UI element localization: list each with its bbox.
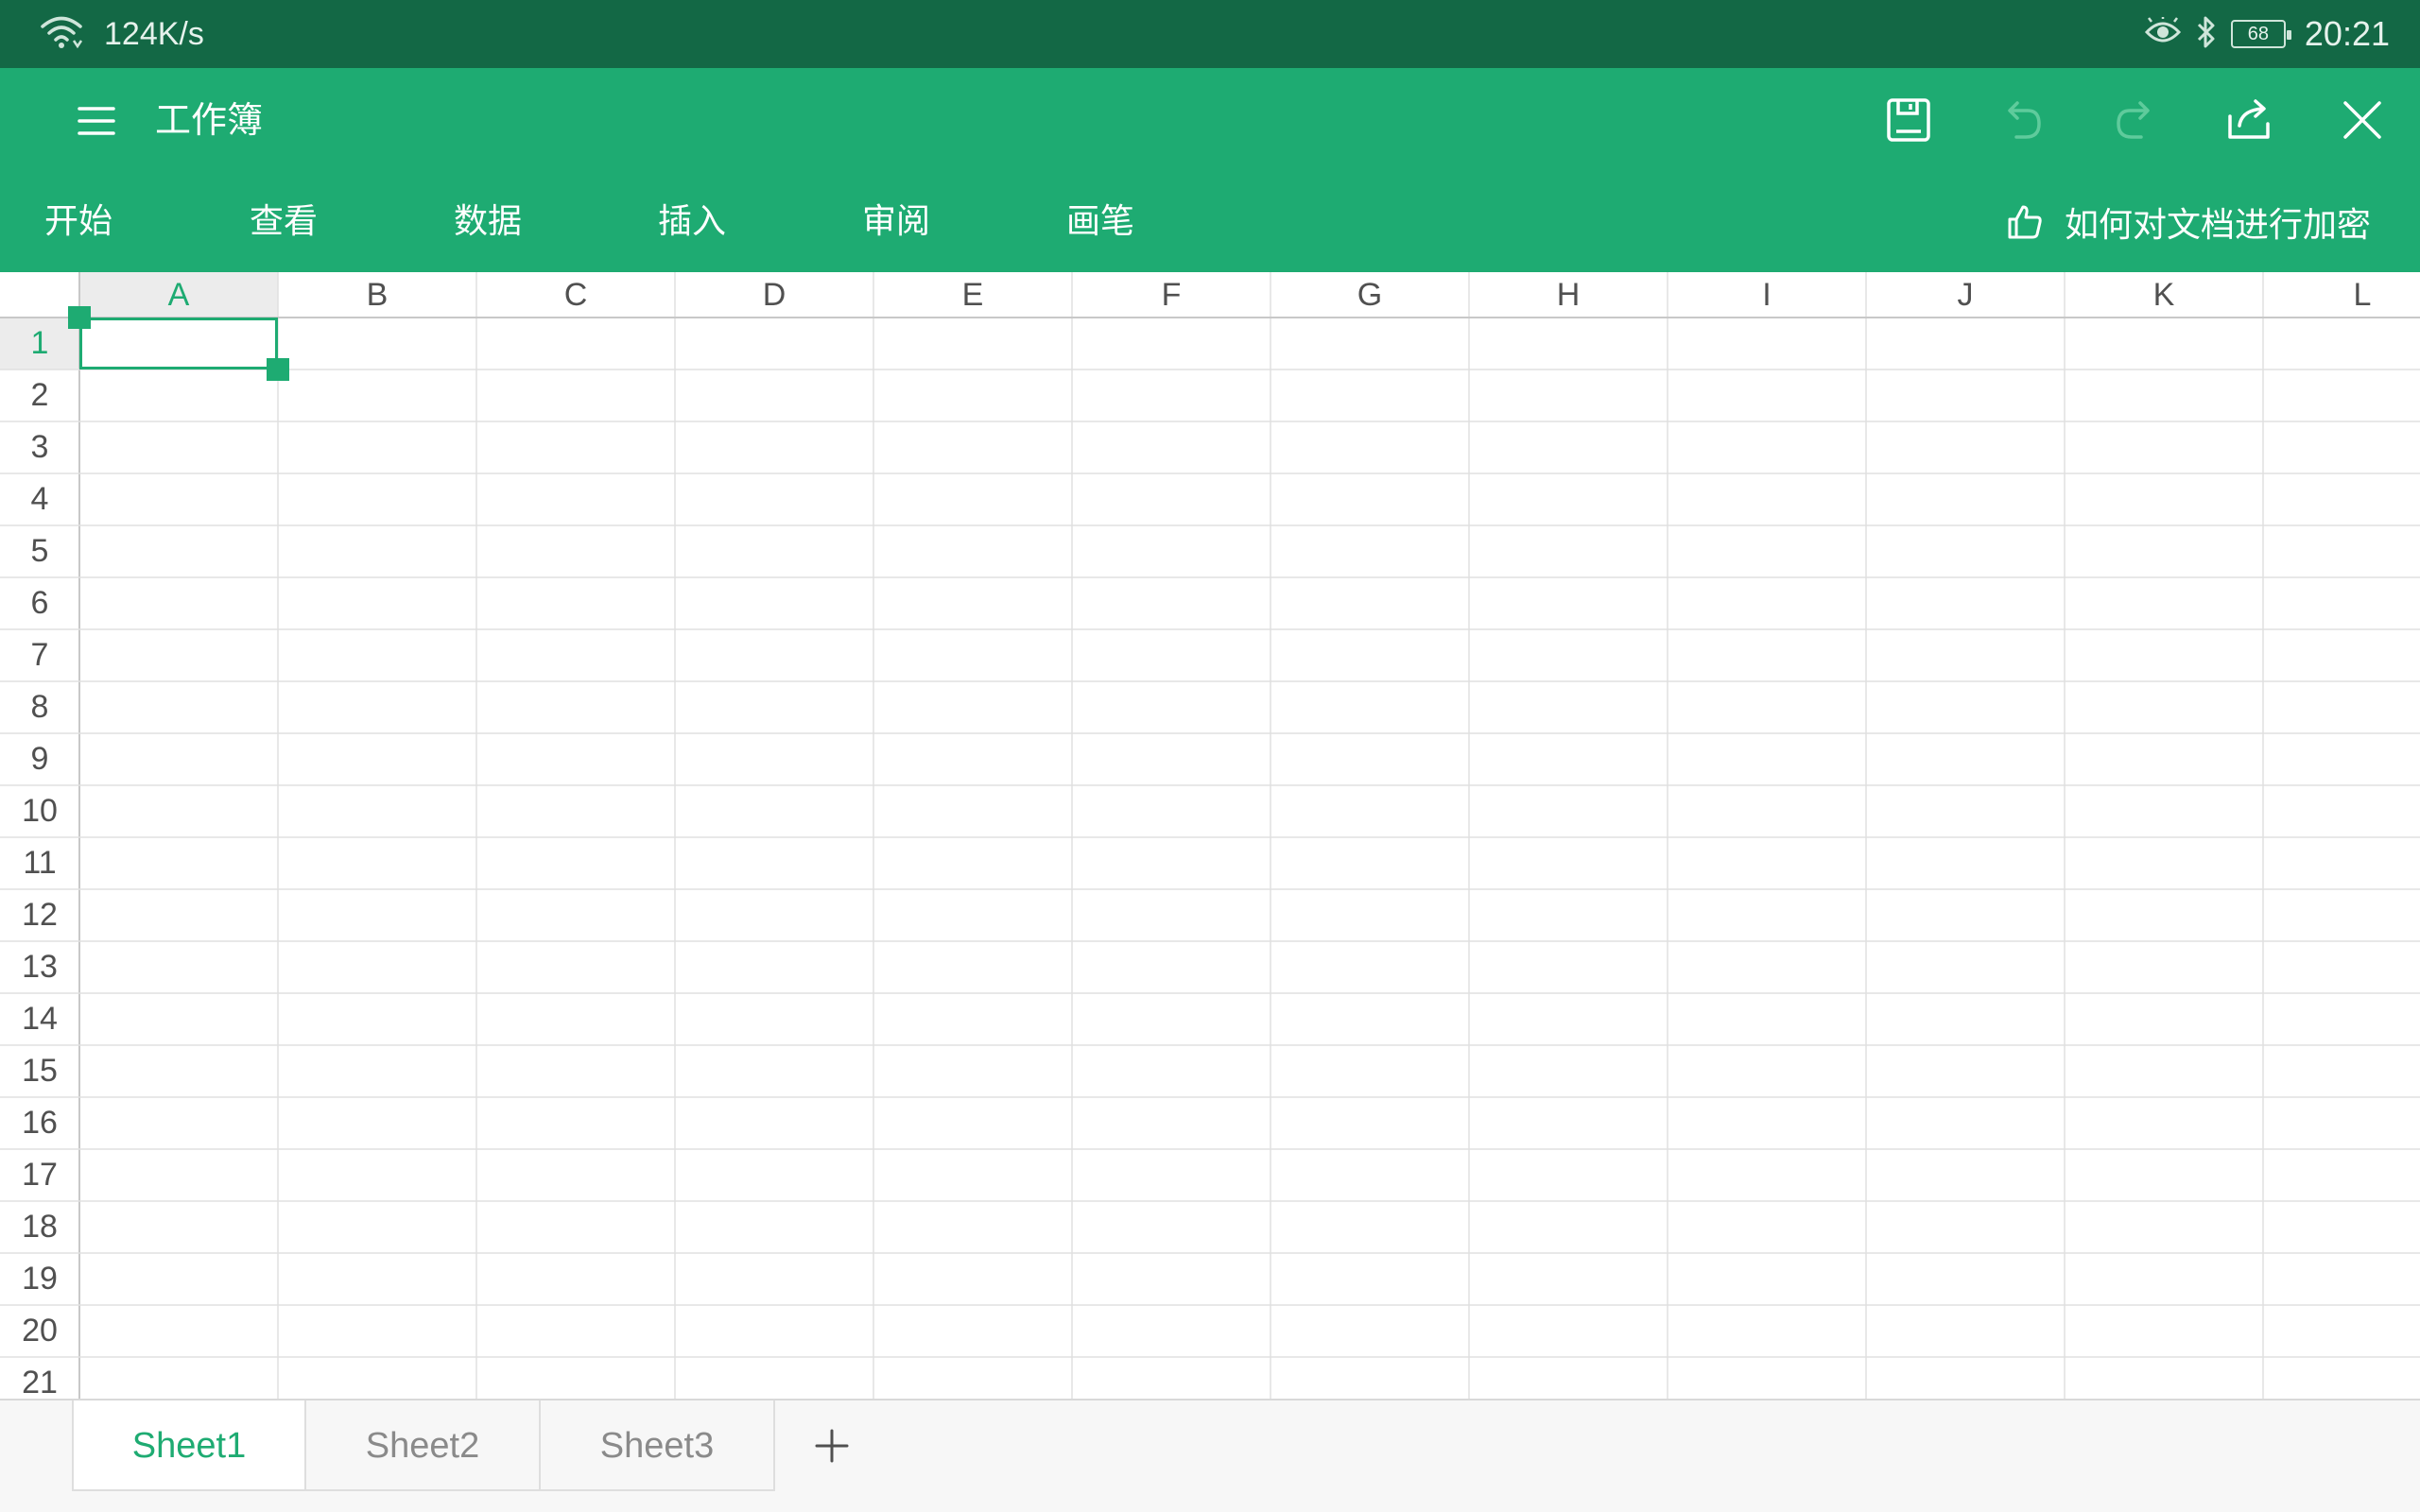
sheet-tab-sheet3[interactable]: Sheet3 xyxy=(541,1400,775,1491)
close-icon xyxy=(2343,101,2381,139)
column-header[interactable]: F xyxy=(1072,272,1270,318)
row-header[interactable]: 14 xyxy=(0,993,79,1045)
save-button[interactable] xyxy=(1877,89,1940,151)
column-header[interactable]: G xyxy=(1270,272,1469,318)
row-header[interactable]: 13 xyxy=(0,941,79,993)
column-header[interactable]: J xyxy=(1866,272,2065,318)
ribbon-tabs: 开始 查看 数据 插入 审阅 画笔 如何对文档进行加密 xyxy=(0,172,2420,272)
eye-comfort-icon xyxy=(2144,16,2182,51)
row-header[interactable]: 12 xyxy=(0,889,79,941)
title-bar: 工作簿 xyxy=(0,68,2420,172)
row-header[interactable]: 4 xyxy=(0,473,79,525)
add-sheet-button[interactable] xyxy=(798,1419,866,1472)
plus-icon xyxy=(815,1429,849,1463)
selection-handle-top-left[interactable] xyxy=(68,306,91,329)
sheet-tab-sheet1[interactable]: Sheet1 xyxy=(72,1400,306,1491)
share-icon xyxy=(2228,99,2270,139)
row-header[interactable]: 19 xyxy=(0,1253,79,1305)
tab-review[interactable]: 审阅 xyxy=(817,172,1021,272)
column-header[interactable]: K xyxy=(2065,272,2263,318)
menu-button[interactable] xyxy=(72,96,121,146)
column-header[interactable]: H xyxy=(1469,272,1668,318)
undo-icon xyxy=(2008,101,2041,139)
row-header[interactable]: 5 xyxy=(0,525,79,577)
network-speed: 124K/s xyxy=(104,15,204,52)
gridlines xyxy=(0,272,2420,1399)
encryption-tip-link[interactable]: 如何对文档进行加密 xyxy=(2006,172,2371,272)
battery-level: 68 xyxy=(2247,23,2270,44)
row-header[interactable]: 20 xyxy=(0,1305,79,1357)
selection-handle-bottom-right[interactable] xyxy=(267,358,289,381)
column-header[interactable]: B xyxy=(278,272,476,318)
tab-insert[interactable]: 插入 xyxy=(613,172,817,272)
tab-view[interactable]: 查看 xyxy=(204,172,408,272)
redo-button[interactable] xyxy=(2104,89,2167,151)
tab-pen[interactable]: 画笔 xyxy=(1021,172,1225,272)
menu-icon xyxy=(78,107,115,135)
row-header[interactable]: 2 xyxy=(0,369,79,421)
wifi-icon xyxy=(40,14,83,54)
column-header[interactable]: C xyxy=(476,272,675,318)
redo-icon xyxy=(2117,101,2150,139)
encryption-tip-text: 如何对文档进行加密 xyxy=(2064,206,2371,245)
spreadsheet-grid[interactable]: ABCDEFGHIJKL 1 2 3 4 5 6 7 8 9 10 11 12 13 14 15 16 17 18… xyxy=(0,272,2420,1399)
row-header[interactable]: 18 xyxy=(0,1201,79,1253)
row-header[interactable]: 6 xyxy=(0,577,79,629)
battery-icon: 68 xyxy=(2230,20,2291,48)
column-header[interactable]: L xyxy=(2263,272,2420,318)
row-header[interactable]: 10 xyxy=(0,785,79,837)
column-header[interactable]: E xyxy=(873,272,1072,318)
row-header[interactable]: 15 xyxy=(0,1045,79,1097)
row-header[interactable]: 8 xyxy=(0,681,79,733)
row-header[interactable]: 3 xyxy=(0,421,79,473)
row-header[interactable]: 7 xyxy=(0,629,79,681)
close-button[interactable] xyxy=(2331,89,2394,151)
tab-start[interactable]: 开始 xyxy=(0,172,204,272)
column-header[interactable]: I xyxy=(1668,272,1866,318)
selected-cell-outline[interactable] xyxy=(79,318,278,369)
tab-data[interactable]: 数据 xyxy=(408,172,613,272)
column-header[interactable]: D xyxy=(675,272,873,318)
row-header[interactable]: 21 xyxy=(0,1357,79,1399)
row-header[interactable]: 11 xyxy=(0,837,79,889)
sheet-tab-bar: Sheet1 Sheet2 Sheet3 xyxy=(0,1399,2420,1512)
document-title: 工作簿 xyxy=(155,99,264,141)
clock: 20:21 xyxy=(2304,14,2390,53)
bluetooth-icon xyxy=(2195,15,2218,53)
save-icon xyxy=(1887,98,1930,142)
row-header[interactable]: 17 xyxy=(0,1149,79,1201)
undo-button[interactable] xyxy=(1991,89,2053,151)
status-bar: 124K/s 68 20:21 xyxy=(0,0,2420,68)
share-button[interactable] xyxy=(2218,89,2280,151)
sheet-tab-sheet2[interactable]: Sheet2 xyxy=(306,1400,541,1491)
row-header[interactable]: 16 xyxy=(0,1097,79,1149)
thumbs-up-icon xyxy=(2008,205,2042,239)
row-header[interactable]: 9 xyxy=(0,733,79,785)
column-header[interactable]: A xyxy=(79,272,278,318)
